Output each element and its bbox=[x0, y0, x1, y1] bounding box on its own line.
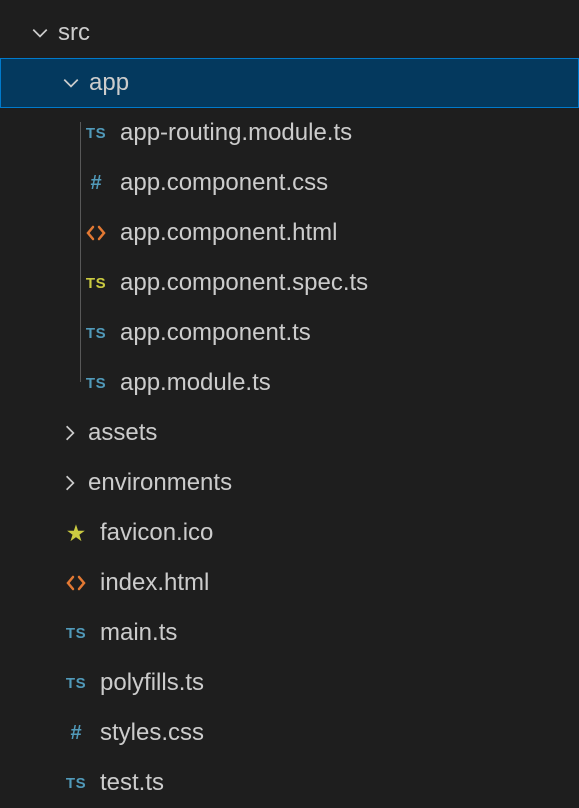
file-app-component-html[interactable]: app.component.html bbox=[0, 208, 579, 258]
file-label: app.component.html bbox=[120, 219, 337, 247]
typescript-icon: TS bbox=[60, 671, 92, 695]
file-label: app-routing.module.ts bbox=[120, 119, 352, 147]
file-styles-css[interactable]: # styles.css bbox=[0, 708, 579, 758]
typescript-icon: TS bbox=[80, 321, 112, 345]
folder-assets[interactable]: assets bbox=[0, 408, 579, 458]
folder-app[interactable]: app bbox=[0, 58, 579, 108]
file-label: app.component.spec.ts bbox=[120, 269, 368, 297]
favicon-icon: ★ bbox=[60, 521, 92, 545]
chevron-right-icon bbox=[58, 471, 82, 495]
file-label: favicon.ico bbox=[100, 519, 213, 547]
folder-label: assets bbox=[88, 419, 157, 447]
file-label: test.ts bbox=[100, 769, 164, 797]
typescript-icon: TS bbox=[80, 371, 112, 395]
indent-guide bbox=[80, 122, 81, 382]
file-label: app.component.ts bbox=[120, 319, 311, 347]
file-polyfills-ts[interactable]: TS polyfills.ts bbox=[0, 658, 579, 708]
file-label: app.component.css bbox=[120, 169, 328, 197]
file-app-component-ts[interactable]: TS app.component.ts bbox=[0, 308, 579, 358]
file-index-html[interactable]: index.html bbox=[0, 558, 579, 608]
file-explorer-tree: src app TS app-routing.module.ts # app.c… bbox=[0, 0, 579, 808]
folder-label: src bbox=[58, 19, 90, 47]
file-favicon[interactable]: ★ favicon.ico bbox=[0, 508, 579, 558]
typescript-icon: TS bbox=[80, 121, 112, 145]
file-app-component-spec[interactable]: TS app.component.spec.ts bbox=[0, 258, 579, 308]
file-main-ts[interactable]: TS main.ts bbox=[0, 608, 579, 658]
chevron-down-icon bbox=[59, 71, 83, 95]
file-label: styles.css bbox=[100, 719, 204, 747]
css-icon: # bbox=[80, 171, 112, 195]
typescript-spec-icon: TS bbox=[80, 271, 112, 295]
html-icon bbox=[80, 221, 112, 245]
file-label: index.html bbox=[100, 569, 209, 597]
chevron-right-icon bbox=[58, 421, 82, 445]
html-icon bbox=[60, 571, 92, 595]
css-icon: # bbox=[60, 721, 92, 745]
folder-environments[interactable]: environments bbox=[0, 458, 579, 508]
folder-src[interactable]: src bbox=[0, 8, 579, 58]
file-app-module[interactable]: TS app.module.ts bbox=[0, 358, 579, 408]
file-label: main.ts bbox=[100, 619, 177, 647]
folder-label: environments bbox=[88, 469, 232, 497]
file-app-component-css[interactable]: # app.component.css bbox=[0, 158, 579, 208]
chevron-down-icon bbox=[28, 21, 52, 45]
file-test-ts[interactable]: TS test.ts bbox=[0, 758, 579, 808]
file-label: polyfills.ts bbox=[100, 669, 204, 697]
file-app-routing-module[interactable]: TS app-routing.module.ts bbox=[0, 108, 579, 158]
typescript-icon: TS bbox=[60, 771, 92, 795]
file-label: app.module.ts bbox=[120, 369, 271, 397]
folder-label: app bbox=[89, 69, 129, 97]
typescript-icon: TS bbox=[60, 621, 92, 645]
